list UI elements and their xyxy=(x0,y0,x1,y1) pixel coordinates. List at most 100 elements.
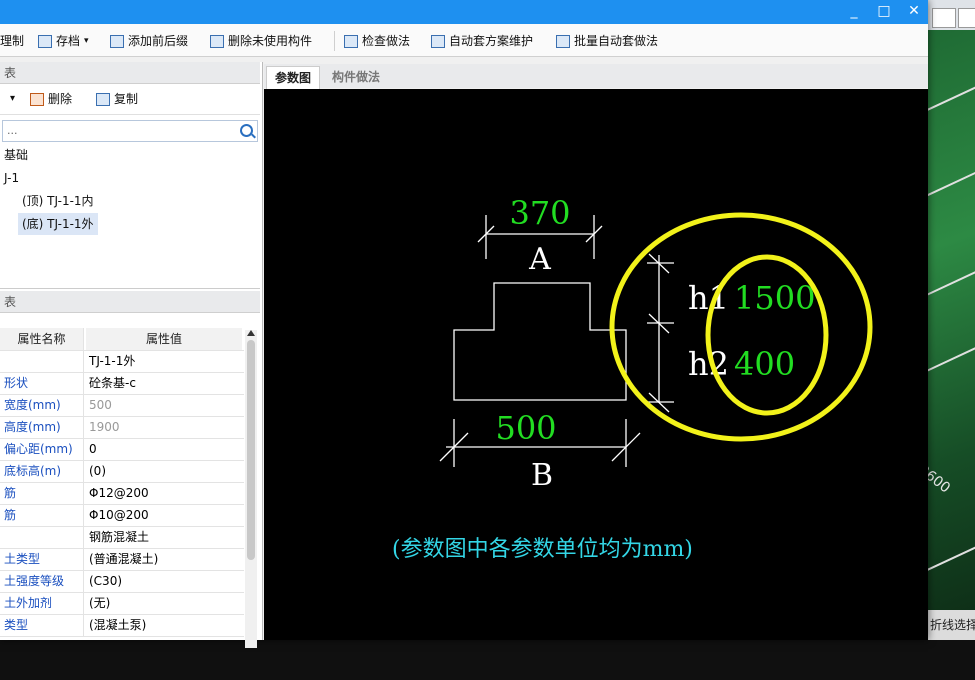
property-value[interactable]: 500 xyxy=(86,394,242,416)
edit-button[interactable]: 理制 xyxy=(0,32,24,50)
h2-value[interactable]: 400 xyxy=(734,345,795,383)
chevron-down-icon: ▾ xyxy=(10,93,16,104)
tree-item[interactable]: (顶) TJ-1-1内 xyxy=(22,190,94,212)
tree-toolbar: ▾ 删除 复制 xyxy=(0,84,260,115)
dim-b-label: B xyxy=(531,458,553,493)
close-button[interactable]: ✕ xyxy=(899,0,929,24)
search-icon[interactable] xyxy=(240,124,253,137)
property-value[interactable]: Φ10@200 xyxy=(86,504,242,526)
delete-icon xyxy=(30,92,44,106)
delete-unused-label: 删除未使用构件 xyxy=(228,34,313,48)
property-row[interactable]: 偏心距(mm) 0 xyxy=(0,438,244,461)
minimize-button[interactable]: _ xyxy=(839,0,869,24)
auto-scheme-button[interactable]: 自动套方案维护 xyxy=(431,32,533,50)
property-row[interactable]: 底标高(m) (0) xyxy=(0,460,244,483)
background-input xyxy=(932,8,956,28)
dim-a-label: A xyxy=(528,242,551,277)
auto-scheme-label: 自动套方案维护 xyxy=(449,34,534,48)
batch-auto-button[interactable]: 批量自动套做法 xyxy=(556,32,658,50)
check-method-label: 检查做法 xyxy=(362,34,411,48)
tree-item[interactable]: 基础 xyxy=(4,144,28,166)
tab-parameter-diagram[interactable]: 参数图 xyxy=(266,66,321,89)
property-row[interactable]: 土外加剂 (无) xyxy=(0,592,244,615)
property-value[interactable]: (混凝土泵) xyxy=(86,614,242,636)
property-row[interactable]: 宽度(mm) 500 xyxy=(0,394,244,417)
property-value[interactable]: (C30) xyxy=(86,570,242,592)
edit-label: 理制 xyxy=(0,34,25,48)
property-row[interactable]: 高度(mm) 1900 xyxy=(0,416,244,439)
property-value[interactable]: 钢筋混凝土 xyxy=(86,526,242,548)
column-header-value: 属性值 xyxy=(86,328,242,350)
property-name: 形状 xyxy=(0,372,84,394)
property-value[interactable]: 1900 xyxy=(86,416,242,438)
chevron-down-icon: ▾ xyxy=(84,36,89,46)
property-row[interactable]: 形状 砼条基-c xyxy=(0,372,244,395)
tab-component-method[interactable]: 构件做法 xyxy=(324,66,388,88)
delete-button[interactable]: 删除 xyxy=(30,90,72,108)
delete-unused-button[interactable]: 删除未使用构件 xyxy=(210,32,312,50)
property-name: 宽度(mm) xyxy=(0,394,84,416)
background-bottom-area xyxy=(0,640,975,680)
property-value[interactable]: TJ-1-1外 xyxy=(86,350,242,372)
property-name: 土外加剂 xyxy=(0,592,84,614)
property-value[interactable]: (普通混凝土) xyxy=(86,548,242,570)
delete-label: 删除 xyxy=(48,92,73,106)
property-row[interactable]: 筋 Φ12@200 xyxy=(0,482,244,505)
search-placeholder: ... xyxy=(7,124,18,137)
copy-button[interactable]: 复制 xyxy=(96,90,138,108)
batch-auto-icon xyxy=(556,34,570,48)
property-panel-header: 表 xyxy=(0,291,260,313)
archive-button[interactable]: 存档 ▾ xyxy=(38,32,89,50)
auto-scheme-icon xyxy=(431,34,445,48)
component-definition-dialog: _ □ ✕ 理制 存档 ▾ 添加前后缀 删除未使用构件 检查做法 自动套方案维护 xyxy=(0,0,928,648)
scroll-thumb[interactable] xyxy=(247,340,255,560)
property-row[interactable]: 钢筋混凝土 xyxy=(0,526,244,549)
tab-bar: 参数图 构件做法 xyxy=(264,64,928,89)
column-header-name: 属性名称 xyxy=(0,328,84,350)
tree-panel-header: 表 xyxy=(0,62,260,84)
property-name: 筋 xyxy=(0,482,84,504)
property-value[interactable]: Φ12@200 xyxy=(86,482,242,504)
property-row[interactable]: 筋 Φ10@200 xyxy=(0,504,244,527)
left-panel: 表 ▾ 删除 复制 ... 基础 J-1 (顶) TJ-1-1内 (底) TJ-… xyxy=(0,62,263,648)
add-affix-label: 添加前后缀 xyxy=(128,34,189,48)
footing-outline xyxy=(439,215,674,467)
scroll-up-icon[interactable] xyxy=(247,330,255,336)
dim-a-value: 370 xyxy=(509,194,570,232)
property-row[interactable]: 类型 (混凝土泵) xyxy=(0,614,244,637)
toolbar: 理制 存档 ▾ 添加前后缀 删除未使用构件 检查做法 自动套方案维护 批量自动套… xyxy=(0,24,928,57)
title-bar[interactable]: _ □ ✕ xyxy=(0,0,928,24)
archive-label: 存档 xyxy=(56,34,81,48)
check-method-button[interactable]: 检查做法 xyxy=(344,32,410,50)
add-affix-icon xyxy=(110,34,124,48)
background-toolbar xyxy=(928,0,975,30)
property-value[interactable]: 砼条基-c xyxy=(86,372,242,394)
property-row[interactable]: 土类型 (普通混凝土) xyxy=(0,548,244,571)
property-name: 土类型 xyxy=(0,548,84,570)
new-dropdown-button[interactable]: ▾ xyxy=(10,90,15,108)
property-table-header: 属性名称 属性值 xyxy=(0,328,244,351)
property-row[interactable]: 土强度等级 (C30) xyxy=(0,570,244,593)
component-tree: 基础 J-1 (顶) TJ-1-1内 (底) TJ-1-1外 xyxy=(0,142,260,289)
background-3d-view xyxy=(928,30,975,640)
property-name xyxy=(0,350,84,372)
property-name: 类型 xyxy=(0,614,84,636)
maximize-button[interactable]: □ xyxy=(869,0,899,24)
property-value[interactable]: (无) xyxy=(86,592,242,614)
property-panel: 表 属性名称 属性值 TJ-1-1外 形状 砼条基-c 宽度(mm) 500 高度(mm)… xyxy=(0,291,260,648)
h1-value[interactable]: 1500 xyxy=(734,279,815,317)
property-name xyxy=(0,526,84,548)
property-value[interactable]: 0 xyxy=(86,438,242,460)
copy-icon xyxy=(96,92,110,106)
tree-item[interactable]: J-1 xyxy=(4,167,19,189)
add-affix-button[interactable]: 添加前后缀 xyxy=(110,32,188,50)
background-status-text: 折线选择 xyxy=(928,610,975,640)
search-input[interactable]: ... xyxy=(2,120,258,142)
property-value[interactable]: (0) xyxy=(86,460,242,482)
property-scrollbar[interactable] xyxy=(245,330,257,648)
property-name: 底标高(m) xyxy=(0,460,84,482)
property-row[interactable]: TJ-1-1外 xyxy=(0,350,244,373)
parameter-diagram: 370 A 500 B h1 1500 h2 400 (参数图中各参数单位均为m… xyxy=(264,89,928,640)
tree-item-selected[interactable]: (底) TJ-1-1外 xyxy=(18,213,98,235)
property-name: 高度(mm) xyxy=(0,416,84,438)
